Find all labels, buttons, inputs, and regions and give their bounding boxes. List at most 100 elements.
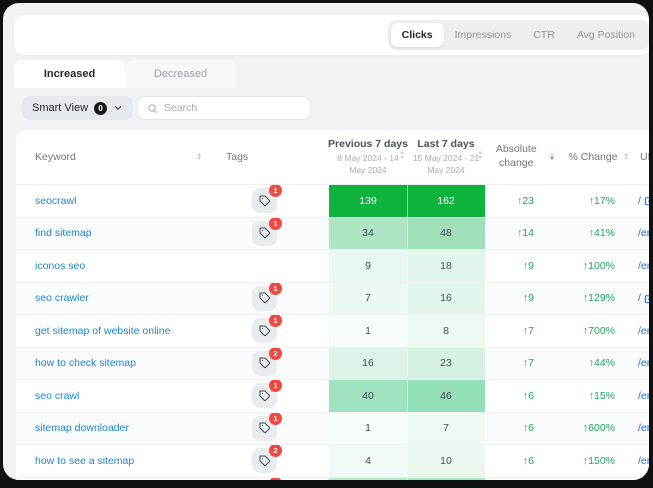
search-input[interactable] — [164, 102, 301, 114]
keyword-link[interactable]: seo crawler — [35, 292, 89, 304]
keyword-link[interactable]: seo crawl — [35, 390, 79, 402]
percent-change-value: ↑44% — [560, 348, 632, 380]
percent-change-column-header: % Change — [569, 151, 618, 163]
tag-button[interactable]: 1 — [252, 188, 277, 213]
tab-increased[interactable]: Increased — [14, 60, 125, 88]
tag-button[interactable]: 1 — [252, 286, 277, 311]
absolute-change-value: ↑7 — [485, 348, 560, 380]
metric-tab-avg-position[interactable]: Avg Position — [566, 23, 646, 47]
percent-change-value — [560, 478, 632, 481]
last-value-cell: 8 — [407, 315, 485, 347]
previous-period-range: 8 May 2024 - 14 May 2024 — [329, 153, 407, 176]
tag-count-badge: 1 — [269, 283, 282, 295]
url-link[interactable]: /en/ — [638, 325, 649, 337]
table-row: seocrawl 1 139 162 ↑23 ↑17% / — [16, 185, 649, 218]
metric-tab-clicks[interactable]: Clicks — [391, 23, 444, 47]
previous-value-cell: 4 — [329, 445, 407, 477]
absolute-change-value — [485, 478, 560, 481]
table-row: iconos seo 9 18 ↑9 ↑100% /em — [16, 250, 649, 283]
tab-decreased[interactable]: Decreased — [125, 60, 236, 88]
last-value-cell: 10 — [407, 445, 485, 477]
url-text: / — [638, 292, 641, 304]
last-period-range: 15 May 2024 - 21 May 2024 — [407, 153, 485, 176]
keyword-sort-icon[interactable]: ▲▼ — [197, 153, 202, 162]
previous-value-cell: 40 — [329, 380, 407, 412]
url-text: /en/ — [638, 357, 649, 369]
previous-period-header: Previous 7 days — [328, 138, 408, 150]
percent-change-value: ↑150% — [560, 445, 632, 477]
last-value-cell: 16 — [407, 283, 485, 315]
last-sort-icon[interactable]: ▲▼ — [478, 151, 483, 160]
last-value-cell — [407, 478, 485, 481]
absolute-change-value: ↑6 — [485, 380, 560, 412]
percent-change-value: ↑129% — [560, 283, 632, 315]
last-value-cell: 18 — [407, 250, 485, 282]
absolute-change-value: ↑23 — [485, 185, 560, 217]
keyword-link[interactable]: how to see a sitemap — [35, 455, 134, 467]
url-link[interactable]: /en/ — [638, 390, 649, 402]
tag-icon — [259, 292, 271, 304]
keyword-link[interactable]: seocrawl — [35, 195, 76, 207]
url-link[interactable]: /en/ — [638, 357, 649, 369]
url-link[interactable]: /en/ — [638, 455, 649, 467]
external-link-icon — [644, 293, 649, 304]
metric-tab-impressions[interactable]: Impressions — [444, 23, 523, 47]
last-value-cell: 23 — [407, 348, 485, 380]
search-icon — [147, 103, 158, 114]
previous-value-cell: 1 — [329, 413, 407, 445]
tag-count-badge: 2 — [269, 348, 282, 360]
previous-value-cell: 7 — [329, 283, 407, 315]
absolute-change-value: ↑6 — [485, 413, 560, 445]
tag-count-badge: 1 — [269, 218, 282, 230]
tag-icon — [259, 390, 271, 402]
table-body: seocrawl 1 139 162 ↑23 ↑17% / find sitem… — [16, 185, 649, 480]
url-link[interactable]: /en/ — [638, 227, 649, 239]
previous-value-cell: 139 — [329, 185, 407, 217]
tag-button[interactable]: 1 — [252, 318, 277, 343]
window-frame: Clicks Impressions CTR Avg Position Incr… — [0, 0, 653, 488]
keyword-link[interactable]: find sitemap — [35, 227, 92, 239]
tag-count-badge: 1 — [269, 185, 282, 197]
tag-button[interactable]: 1 — [252, 383, 277, 408]
url-link[interactable]: / — [638, 195, 649, 207]
previous-value-cell: 1 — [329, 315, 407, 347]
keyword-link[interactable]: iconos seo — [35, 260, 85, 272]
search-input-wrapper — [137, 96, 311, 120]
percent-change-sort-icon[interactable]: ▲▼ — [624, 153, 629, 162]
tag-icon — [259, 357, 271, 369]
tags-column-header: Tags — [226, 151, 248, 163]
percent-change-value: ↑41% — [560, 218, 632, 250]
url-link[interactable]: / — [638, 292, 649, 304]
last-value-cell: 162 — [407, 185, 485, 217]
table-row — [16, 478, 649, 481]
smart-view-count-badge: 0 — [94, 102, 107, 115]
table-row: find sitemap 1 34 48 ↑14 ↑41% /en/ — [16, 218, 649, 251]
keyword-link[interactable]: sitemap downloader — [35, 422, 129, 434]
smart-view-dropdown[interactable]: Smart View 0 — [22, 96, 133, 120]
metric-tab-ctr[interactable]: CTR — [522, 23, 566, 47]
url-link[interactable]: /em — [638, 260, 649, 272]
tag-count-badge — [269, 478, 282, 481]
previous-value-cell — [329, 478, 407, 481]
tag-button[interactable]: 1 — [252, 221, 277, 246]
tag-button[interactable]: 2 — [252, 448, 277, 473]
last-period-header: Last 7 days — [417, 138, 474, 150]
absolute-change-value: ↑9 — [485, 283, 560, 315]
tag-button[interactable]: 1 — [252, 416, 277, 441]
url-text: /en/ — [638, 422, 649, 434]
keyword-link[interactable]: get sitemap of website online — [35, 325, 170, 337]
absolute-change-sort-icon[interactable]: ▲▼ — [549, 153, 554, 162]
url-text: / — [638, 195, 641, 207]
tag-count-badge: 2 — [269, 445, 282, 457]
table-row: sitemap downloader 1 1 7 ↑6 ↑600% /en/ — [16, 413, 649, 446]
keyword-link[interactable]: how to check sitemap — [35, 357, 136, 369]
previous-value-cell: 9 — [329, 250, 407, 282]
last-value-cell: 48 — [407, 218, 485, 250]
url-link[interactable]: /en/ — [638, 422, 649, 434]
url-text: /en/ — [638, 325, 649, 337]
url-text: /en/ — [638, 227, 649, 239]
tag-count-badge: 1 — [269, 380, 282, 392]
tag-button[interactable]: 2 — [252, 351, 277, 376]
previous-sort-icon[interactable]: ▲▼ — [400, 151, 405, 160]
last-value-cell: 7 — [407, 413, 485, 445]
